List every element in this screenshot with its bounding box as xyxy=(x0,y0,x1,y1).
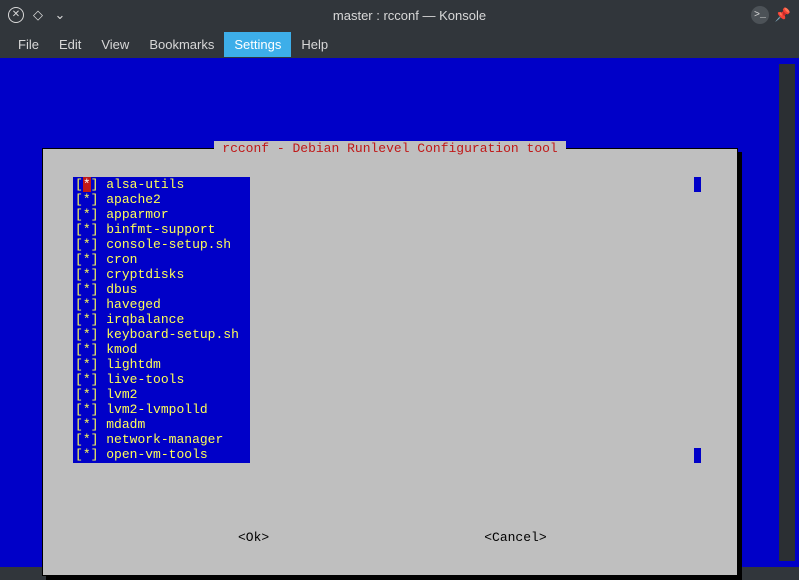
service-item[interactable]: [*] lvm2-lvmpolld xyxy=(73,402,250,417)
service-item[interactable]: [*] mdadm xyxy=(73,417,250,432)
service-item[interactable]: [*] cron xyxy=(73,252,250,267)
terminal-icon[interactable]: >_ xyxy=(751,6,769,24)
service-item[interactable]: [*] network-manager xyxy=(73,432,250,447)
menubar: File Edit View Bookmarks Settings Help xyxy=(0,30,799,58)
terminal-area: rcconf - Debian Runlevel Configuration t… xyxy=(0,58,799,567)
cancel-button[interactable]: <Cancel> xyxy=(484,530,546,545)
close-icon[interactable]: ✕ xyxy=(8,7,24,23)
list-scroll-indicator xyxy=(694,177,701,463)
dialog-title-wrap: rcconf - Debian Runlevel Configuration t… xyxy=(43,141,737,156)
service-item[interactable]: [*] lightdm xyxy=(73,357,250,372)
rcconf-dialog: rcconf - Debian Runlevel Configuration t… xyxy=(42,148,738,576)
menu-edit[interactable]: Edit xyxy=(49,32,91,57)
service-item[interactable]: [*] console-setup.sh xyxy=(73,237,250,252)
titlebar-right-controls: >_ 📌 xyxy=(751,6,791,24)
service-item[interactable]: [*] dbus xyxy=(73,282,250,297)
service-item[interactable]: [*] apparmor xyxy=(73,207,250,222)
service-item[interactable]: [*] apache2 xyxy=(73,192,250,207)
service-item[interactable]: [*] kmod xyxy=(73,342,250,357)
menu-view[interactable]: View xyxy=(91,32,139,57)
service-listbox[interactable]: [*] alsa-utils[*] apache2[*] apparmor[*]… xyxy=(73,177,250,463)
dialog-buttons: <Ok> <Cancel> xyxy=(43,530,737,545)
service-item[interactable]: [*] live-tools xyxy=(73,372,250,387)
menu-settings[interactable]: Settings xyxy=(224,32,291,57)
service-item[interactable]: [*] haveged xyxy=(73,297,250,312)
service-item[interactable]: [*] binfmt-support xyxy=(73,222,250,237)
window-title: master : rcconf — Konsole xyxy=(68,8,751,23)
chevron-down-icon[interactable]: ⌄ xyxy=(52,7,68,23)
service-item[interactable]: [*] alsa-utils xyxy=(73,177,250,192)
titlebar-left-controls: ✕ ◇ ⌄ xyxy=(8,7,68,23)
pin-icon[interactable]: 📌 xyxy=(775,7,791,23)
menu-file[interactable]: File xyxy=(8,32,49,57)
service-item[interactable]: [*] keyboard-setup.sh xyxy=(73,327,250,342)
menu-help[interactable]: Help xyxy=(291,32,338,57)
service-item[interactable]: [*] open-vm-tools xyxy=(73,447,250,462)
service-item[interactable]: [*] lvm2 xyxy=(73,387,250,402)
menu-bookmarks[interactable]: Bookmarks xyxy=(139,32,224,57)
ok-button[interactable]: <Ok> xyxy=(238,530,269,545)
service-item[interactable]: [*] cryptdisks xyxy=(73,267,250,282)
terminal-scrollbar[interactable] xyxy=(779,64,795,561)
diamond-icon[interactable]: ◇ xyxy=(30,7,46,23)
scroll-thumb-top xyxy=(694,177,701,192)
titlebar: ✕ ◇ ⌄ master : rcconf — Konsole >_ 📌 xyxy=(0,0,799,30)
scroll-thumb-bottom xyxy=(694,448,701,463)
dialog-title: rcconf - Debian Runlevel Configuration t… xyxy=(214,141,565,156)
service-item[interactable]: [*] irqbalance xyxy=(73,312,250,327)
